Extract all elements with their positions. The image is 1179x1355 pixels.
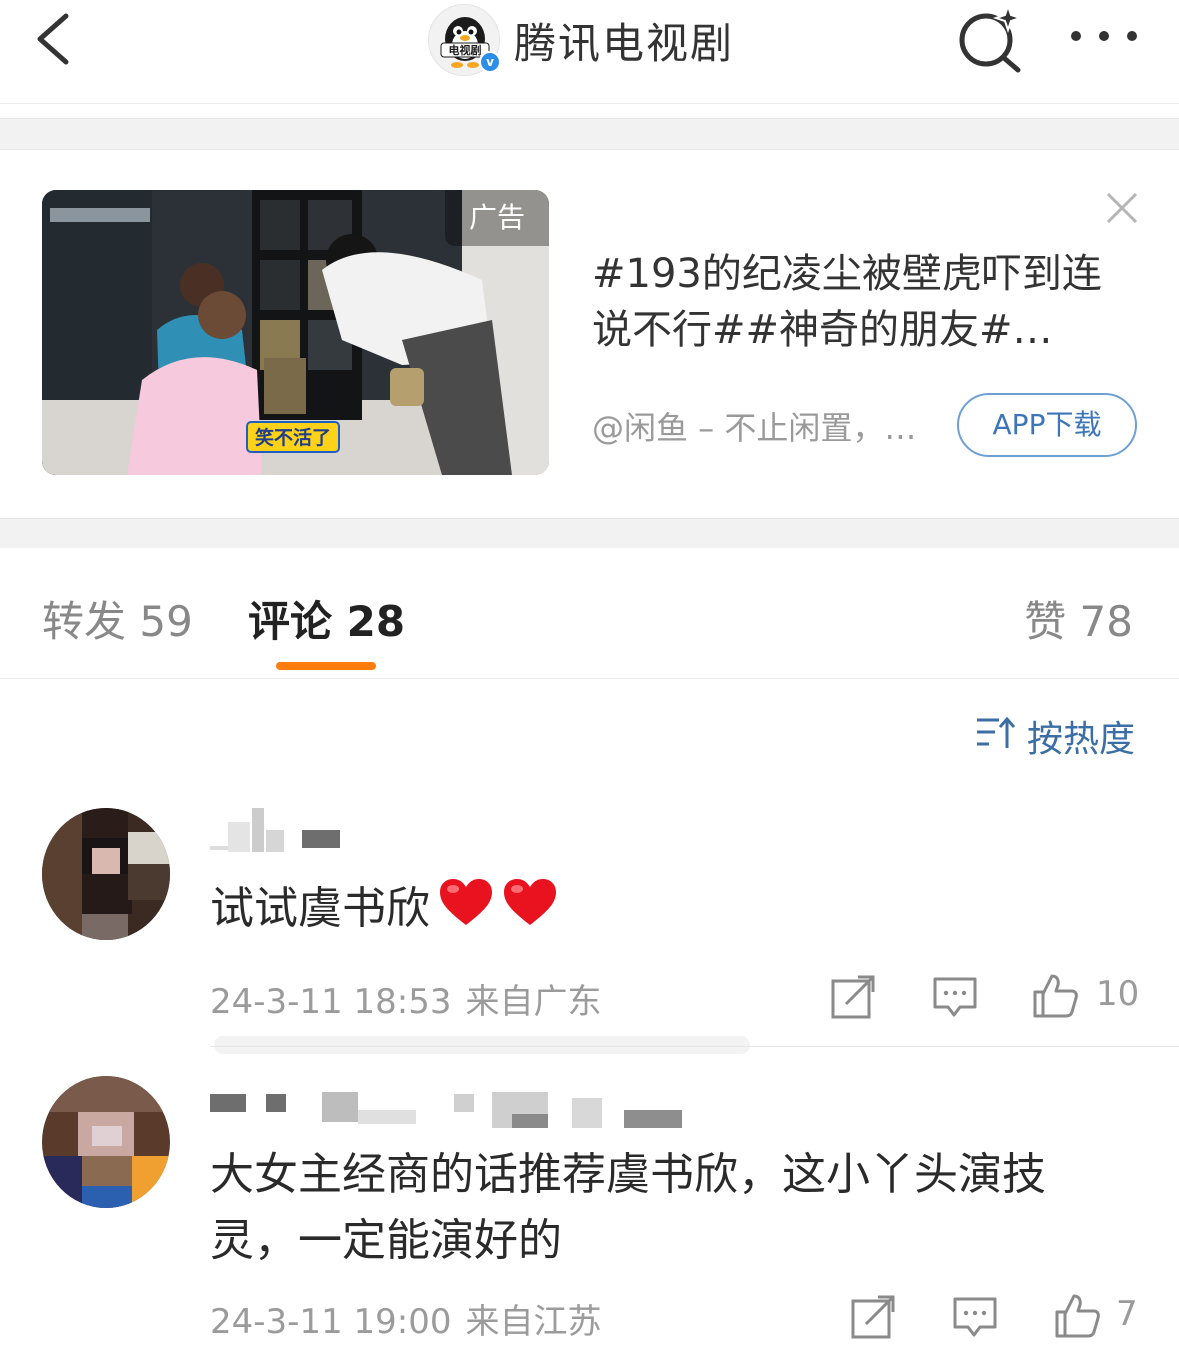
account-avatar[interactable]: 电视剧 v bbox=[428, 4, 501, 76]
ad-title[interactable]: #193的纪凌尘被壁虎吓到连说不行##神奇的朋友#… bbox=[592, 246, 1137, 358]
comment-body: 试试虞书欣 bbox=[210, 883, 430, 934]
heart-emoji-icon bbox=[504, 879, 556, 925]
comment-time: 24-3-11 18:53 bbox=[210, 982, 452, 1022]
thumbs-up-icon[interactable] bbox=[1032, 972, 1078, 1018]
verified-badge-icon: v bbox=[479, 51, 501, 73]
comment-text: 试试虞书欣 bbox=[210, 876, 1120, 942]
share-icon[interactable] bbox=[830, 974, 876, 1020]
more-dots-icon[interactable] bbox=[1066, 16, 1142, 56]
heart-emoji-icon bbox=[440, 879, 492, 925]
logo-text: 电视剧 bbox=[449, 43, 482, 57]
comment-text: 大女主经商的话推荐虞书欣，这小丫头演技灵，一定能演好的 bbox=[210, 1149, 1046, 1266]
ad-card[interactable]: 笑不活了 广告 #193的纪凌尘被壁虎吓到连说不行##神奇的朋友#… @闲鱼 –… bbox=[0, 150, 1179, 518]
close-icon[interactable] bbox=[1104, 190, 1140, 226]
sort-icon bbox=[977, 716, 1015, 748]
thumbs-up-icon[interactable] bbox=[1054, 1292, 1100, 1338]
tab-comment[interactable]: 评论 28 bbox=[248, 588, 405, 649]
reply-icon[interactable] bbox=[952, 1294, 998, 1340]
scroll-shadow bbox=[214, 1036, 750, 1054]
like-count: 7 bbox=[1116, 1294, 1138, 1334]
comment-location: 来自江苏 bbox=[465, 1302, 602, 1342]
commenter-avatar[interactable] bbox=[42, 808, 170, 940]
back-arrow-icon[interactable] bbox=[30, 12, 80, 66]
reply-icon[interactable] bbox=[932, 974, 978, 1020]
ad-label-badge: 广告 bbox=[445, 190, 549, 246]
sort-label: 按热度 bbox=[1027, 719, 1136, 760]
interaction-tabs: 转发 59 评论 28 赞 78 bbox=[0, 548, 1179, 679]
commenter-avatar[interactable] bbox=[42, 1076, 170, 1208]
app-download-button[interactable]: APP下载 bbox=[957, 393, 1137, 457]
like-count: 10 bbox=[1096, 974, 1140, 1014]
sort-toggle[interactable]: 按热度 bbox=[975, 710, 1137, 760]
ad-caption: 笑不活了 bbox=[255, 426, 331, 449]
commenter-name-blurred[interactable] bbox=[210, 808, 350, 852]
top-bar: 电视剧 v 腾讯电视剧 bbox=[0, 0, 1179, 104]
ad-source: @闲鱼 – 不止闲置，… bbox=[592, 409, 917, 447]
ad-thumbnail[interactable]: 笑不活了 广告 bbox=[42, 190, 549, 475]
comment-meta: 24-3-11 19:00 来自江苏 bbox=[210, 1294, 616, 1343]
comment-divider bbox=[210, 1046, 1179, 1047]
section-divider bbox=[0, 518, 1179, 548]
comment-location: 来自广东 bbox=[465, 982, 602, 1022]
tab-like[interactable]: 赞 78 bbox=[1024, 588, 1133, 649]
section-divider bbox=[0, 118, 1179, 150]
page-title[interactable]: 腾讯电视剧 bbox=[514, 10, 734, 71]
share-icon[interactable] bbox=[850, 1294, 896, 1340]
comment-meta: 24-3-11 18:53 来自广东 bbox=[210, 974, 616, 1023]
search-sparkle-icon[interactable] bbox=[952, 4, 1028, 74]
commenter-name-blurred[interactable] bbox=[210, 1092, 700, 1136]
tab-repost[interactable]: 转发 59 bbox=[42, 588, 193, 649]
comment-time: 24-3-11 19:00 bbox=[210, 1302, 452, 1342]
active-tab-indicator bbox=[276, 662, 376, 670]
